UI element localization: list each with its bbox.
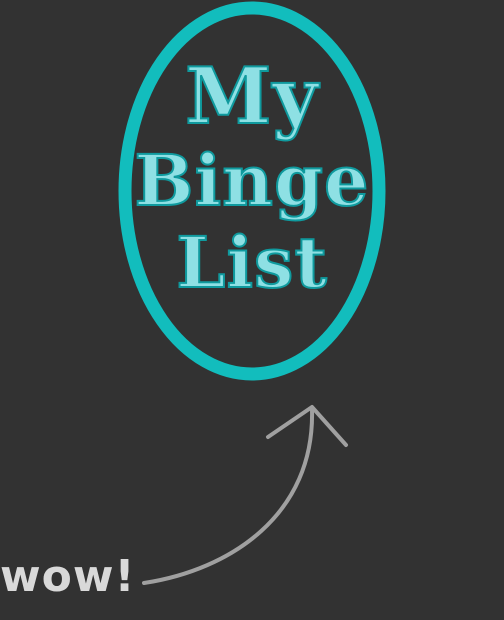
canvas: My Binge List wow! (0, 0, 504, 620)
badge-title-line1: My (184, 51, 319, 142)
curved-arrow-icon (142, 405, 348, 585)
badge-title-line3: List (175, 221, 328, 304)
my-binge-list-badge[interactable]: My Binge List (118, 0, 386, 381)
wow-annotation: wow! (0, 551, 136, 602)
badge-title-line2: Binge (133, 139, 370, 222)
